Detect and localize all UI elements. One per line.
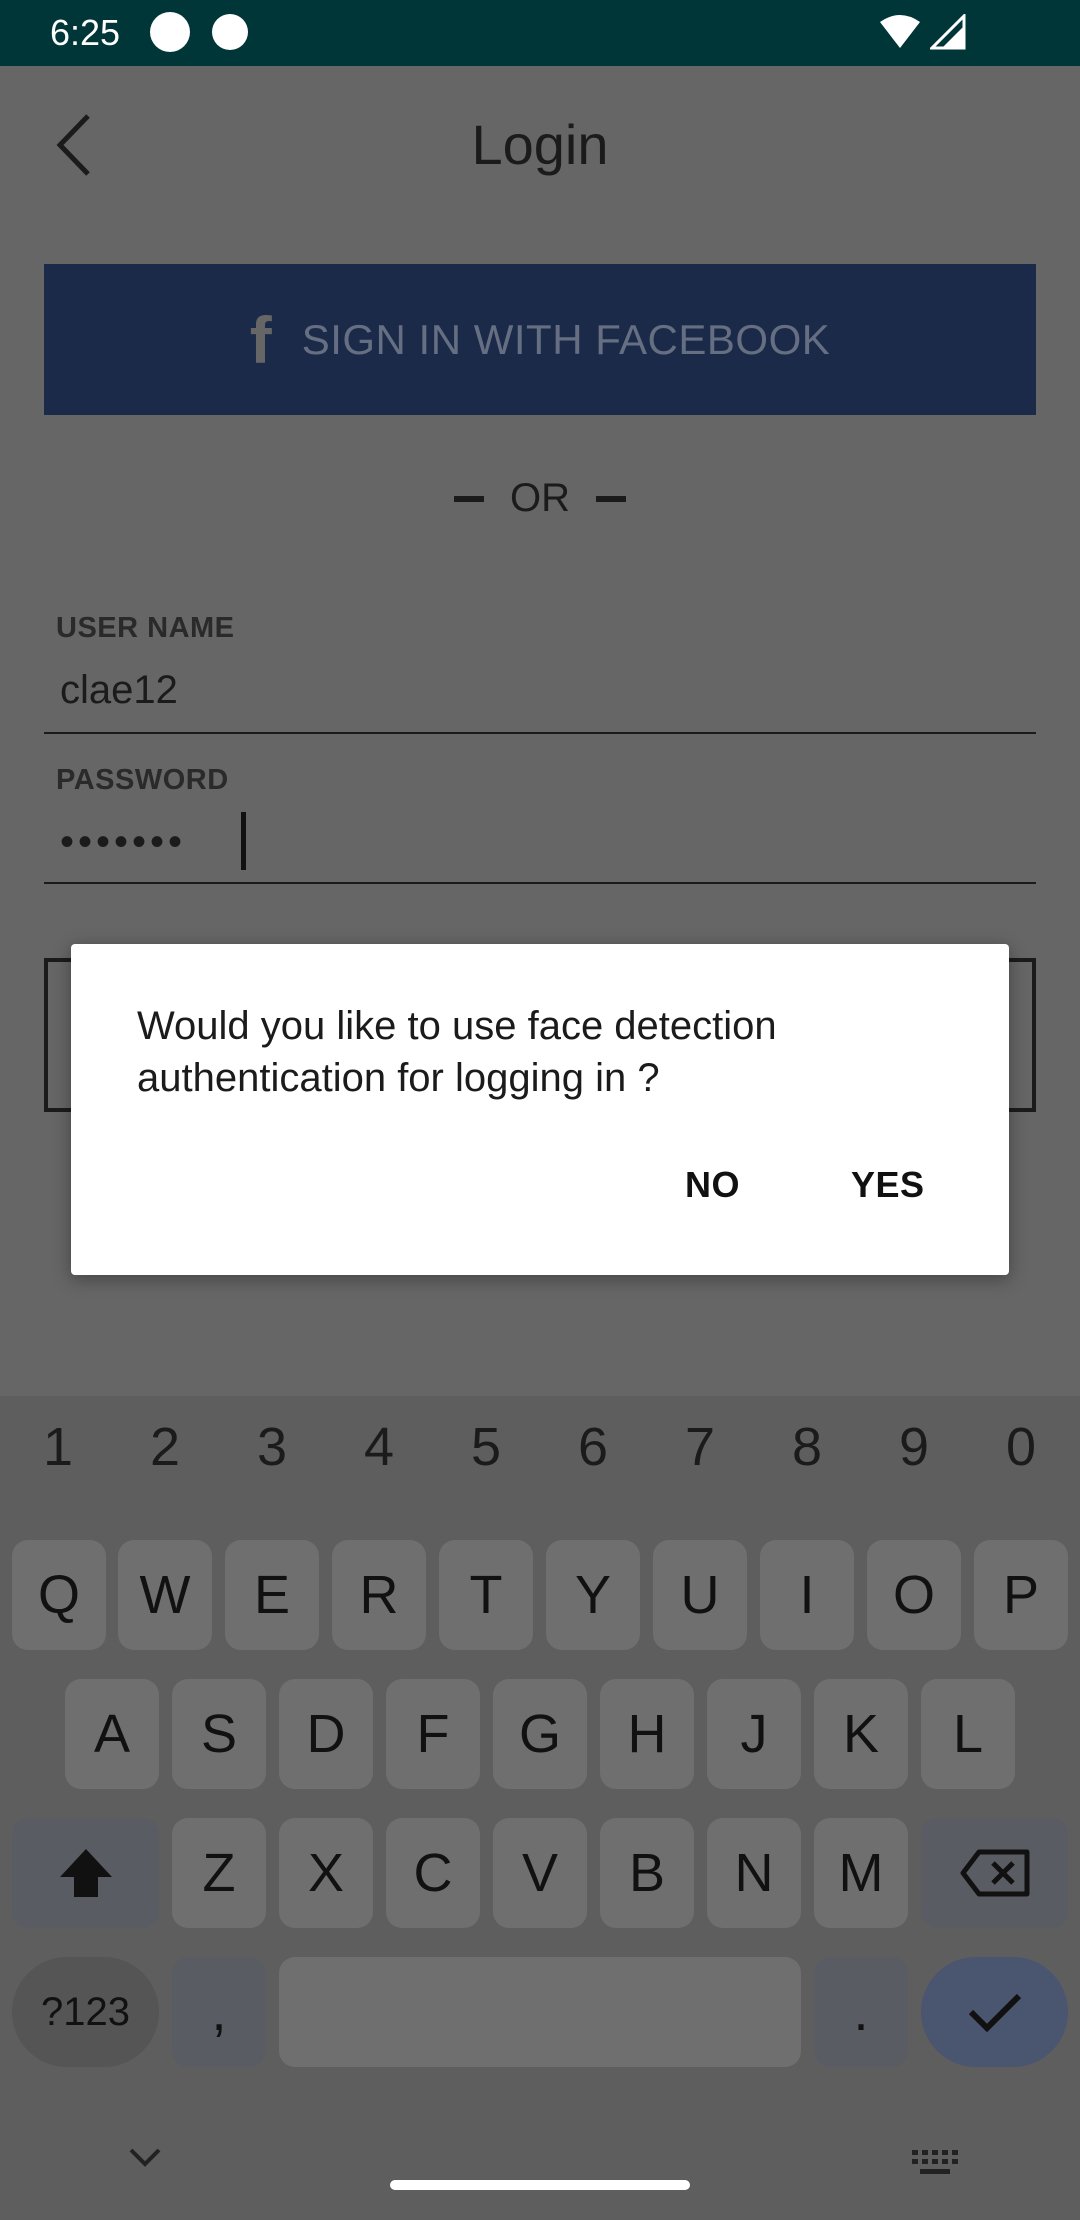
key-f[interactable]: F xyxy=(386,1679,480,1789)
text-cursor xyxy=(241,812,246,870)
key-0[interactable]: 0 xyxy=(967,1416,1075,1478)
space-key[interactable] xyxy=(279,1957,801,2067)
facebook-icon: f xyxy=(249,302,272,377)
enter-key[interactable] xyxy=(921,1957,1068,2067)
key-x[interactable]: X xyxy=(279,1818,373,1928)
status-bar: 6:25 xyxy=(0,0,1080,66)
key-a[interactable]: A xyxy=(65,1679,159,1789)
key-6[interactable]: 6 xyxy=(539,1416,647,1478)
facebook-signin-button[interactable]: f SIGN IN WITH FACEBOOK xyxy=(44,264,1036,415)
notification-app-icon xyxy=(150,12,190,52)
key-m[interactable]: M xyxy=(814,1818,908,1928)
facebook-button-label: SIGN IN WITH FACEBOOK xyxy=(301,315,831,363)
check-icon xyxy=(968,1993,1021,2033)
key-q[interactable]: Q xyxy=(12,1540,106,1650)
key-l[interactable]: L xyxy=(921,1679,1015,1789)
home-indicator[interactable] xyxy=(390,2180,690,2190)
key-w[interactable]: W xyxy=(118,1540,212,1650)
key-j[interactable]: J xyxy=(707,1679,801,1789)
key-p[interactable]: P xyxy=(974,1540,1068,1650)
yes-button[interactable]: YES xyxy=(851,1164,925,1206)
key-5[interactable]: 5 xyxy=(432,1416,540,1478)
wifi-icon xyxy=(880,15,920,48)
key-h[interactable]: H xyxy=(600,1679,694,1789)
dialog-message: Would you like to use face detection aut… xyxy=(137,1004,777,1100)
key-3[interactable]: 3 xyxy=(218,1416,326,1478)
key-i[interactable]: I xyxy=(760,1540,854,1650)
keyboard: 1 2 3 4 5 6 7 8 9 0 Q W E R T Y U I O P … xyxy=(0,1396,1080,2220)
key-v[interactable]: V xyxy=(493,1818,587,1928)
key-g[interactable]: G xyxy=(493,1679,587,1789)
key-y[interactable]: Y xyxy=(546,1540,640,1650)
backspace-key[interactable] xyxy=(921,1818,1068,1928)
period-key[interactable]: . xyxy=(814,1957,908,2067)
password-field[interactable]: ••••••• xyxy=(60,820,186,865)
username-underline xyxy=(44,732,1036,734)
face-auth-dialog: Would you like to use face detection aut… xyxy=(71,944,1009,1275)
status-time: 6:25 xyxy=(50,12,121,53)
key-s[interactable]: S xyxy=(172,1679,266,1789)
key-b[interactable]: B xyxy=(600,1818,694,1928)
shift-icon xyxy=(59,1849,112,1897)
or-text: OR xyxy=(510,476,570,520)
signal-icon xyxy=(930,14,966,50)
or-divider: OR xyxy=(0,476,1080,521)
username-field[interactable]: clae12 xyxy=(60,668,178,713)
chevron-down-icon[interactable] xyxy=(128,2146,162,2168)
key-n[interactable]: N xyxy=(707,1818,801,1928)
backspace-icon xyxy=(960,1849,1029,1897)
number-row: 1 2 3 4 5 6 7 8 9 0 xyxy=(0,1416,1080,1496)
key-8[interactable]: 8 xyxy=(753,1416,861,1478)
password-underline xyxy=(44,882,1036,884)
key-k[interactable]: K xyxy=(814,1679,908,1789)
key-z[interactable]: Z xyxy=(172,1818,266,1928)
comma-key[interactable]: , xyxy=(172,1957,266,2067)
divider-dash xyxy=(454,495,484,502)
key-d[interactable]: D xyxy=(279,1679,373,1789)
symbols-key[interactable]: ?123 xyxy=(12,1957,159,2067)
key-r[interactable]: R xyxy=(332,1540,426,1650)
page-title: Login xyxy=(471,113,609,176)
key-t[interactable]: T xyxy=(439,1540,533,1650)
key-c[interactable]: C xyxy=(386,1818,480,1928)
shift-key[interactable] xyxy=(12,1818,159,1928)
key-1[interactable]: 1 xyxy=(4,1416,112,1478)
key-9[interactable]: 9 xyxy=(860,1416,968,1478)
key-e[interactable]: E xyxy=(225,1540,319,1650)
key-o[interactable]: O xyxy=(867,1540,961,1650)
notification-cat-icon xyxy=(212,14,248,50)
keyboard-icon[interactable] xyxy=(912,2150,958,2176)
password-label: PASSWORD xyxy=(56,764,229,796)
username-label: USER NAME xyxy=(56,612,235,644)
no-button[interactable]: NO xyxy=(685,1164,740,1206)
key-2[interactable]: 2 xyxy=(111,1416,219,1478)
key-4[interactable]: 4 xyxy=(325,1416,433,1478)
key-u[interactable]: U xyxy=(653,1540,747,1650)
divider-dash xyxy=(596,495,626,502)
key-7[interactable]: 7 xyxy=(646,1416,754,1478)
